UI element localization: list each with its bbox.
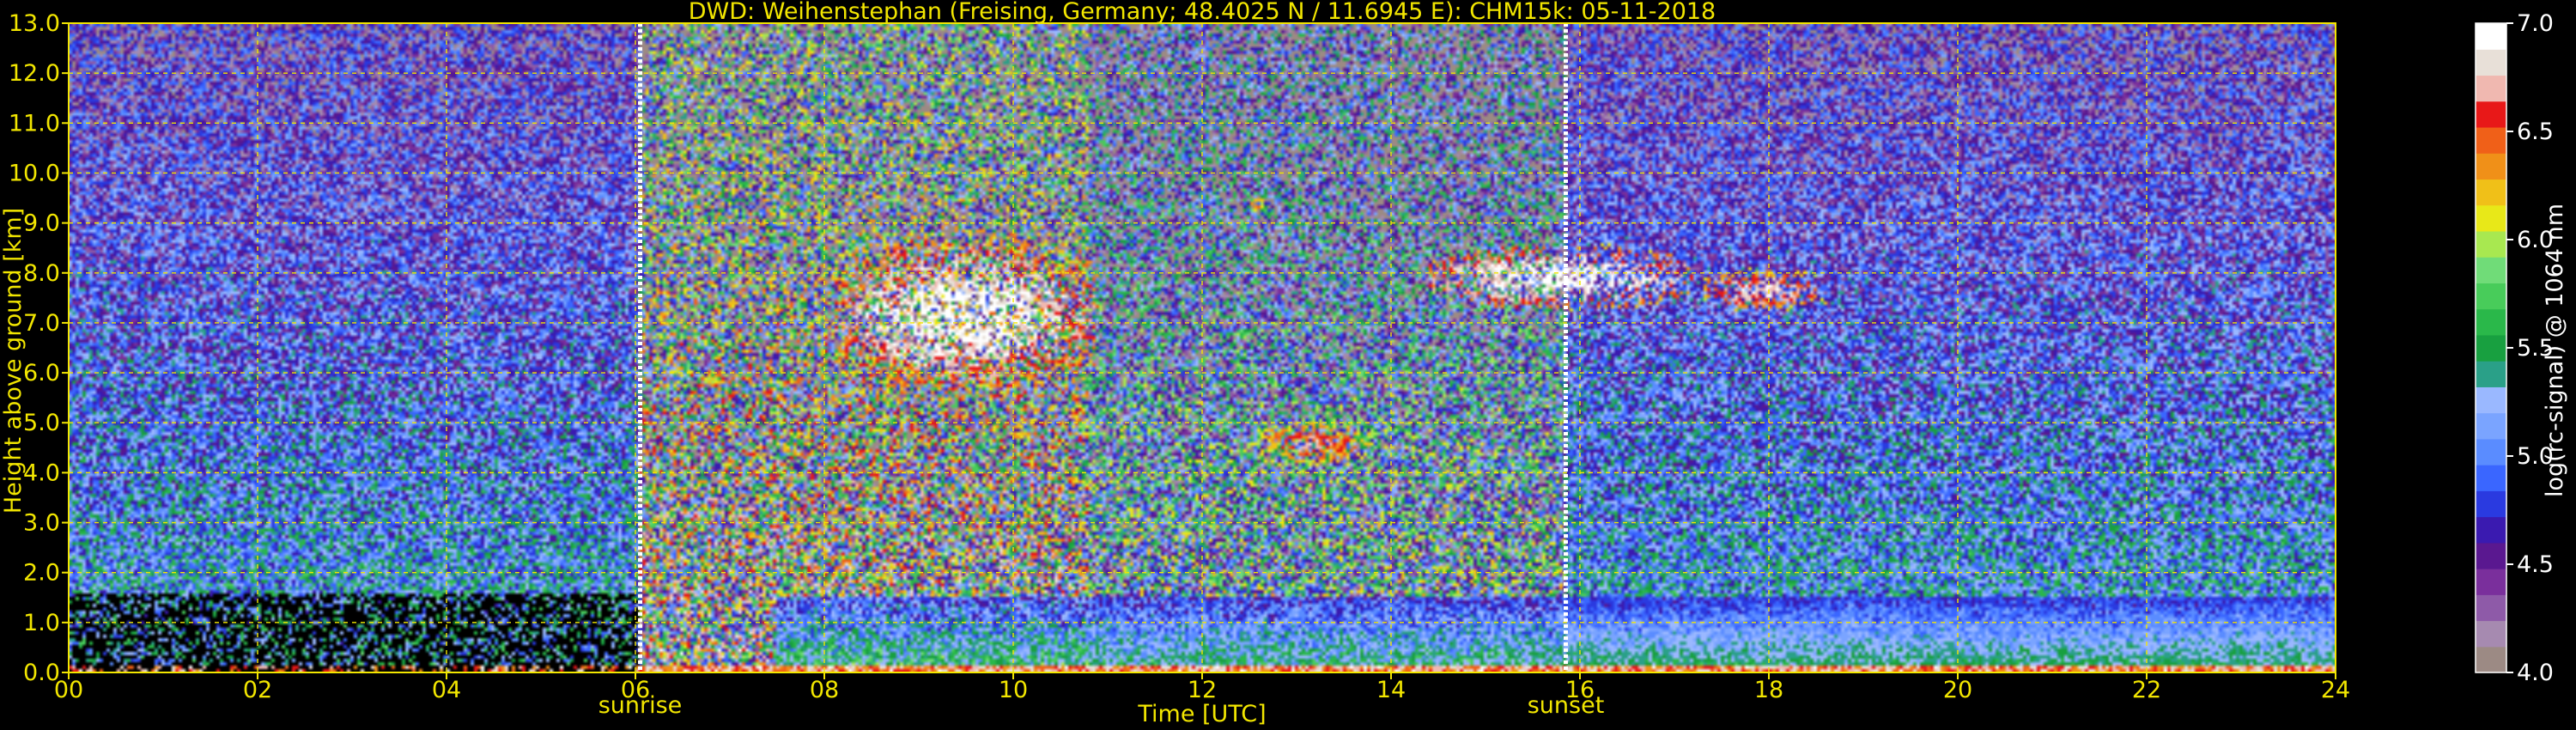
colorbar-segment [2476,620,2506,648]
y-tick-label: 4.0 [23,459,60,486]
y-tick-label: 6.0 [23,360,60,386]
x-axis-label: Time [UTC] [1137,701,1266,727]
colorbar-segment [2476,153,2506,180]
colorbar-tick-label: 4.5 [2517,551,2554,578]
colorbar-segment [2476,516,2506,544]
y-tick-label: 12.0 [9,60,60,87]
colorbar-segment [2476,230,2506,258]
colorbar-segment [2476,100,2506,128]
x-tick-label: 04 [432,677,461,703]
colorbar-segment [2476,179,2506,206]
y-tick-label: 3.0 [23,510,60,537]
colorbar-segment [2476,204,2506,232]
colorbar-segment [2476,126,2506,154]
ceilometer-chart: 00 02 04 06 08 10 12 14 16 18 20 22 24 0.01.02.03.04… [0,0,2568,727]
x-tick-label: 12 [1188,677,1217,703]
colorbar-segment [2476,490,2506,518]
colorbar-segment [2476,75,2506,102]
sun-marker-labels: sunrise sunset [598,692,1605,719]
y-tick-label: 9.0 [23,210,60,237]
colorbar-tick-label: 7.0 [2517,10,2554,37]
x-tick-label: 22 [2132,677,2161,703]
colorbar-segment [2476,465,2506,491]
colorbar-segment [2476,257,2506,283]
x-tick-label: 08 [810,677,839,703]
colorbar-label: log(rc-signal) @ 1064 nm [2542,204,2568,497]
x-axis-ticks: 00 02 04 06 08 10 12 14 16 18 20 22 24 [54,672,2350,703]
colorbar [2475,22,2507,673]
colorbar-segment [2476,594,2506,622]
colorbar-segment [2476,438,2506,465]
x-tick-label: 14 [1376,677,1406,703]
chart-title: DWD: Weihenstephan (Freising, Germany; 4… [689,0,1716,25]
y-tick-label: 11.0 [9,110,60,137]
y-tick-label: 13.0 [9,10,60,37]
colorbar-segment [2476,334,2506,362]
colorbar-segment [2476,386,2506,414]
colorbar-segment [2476,283,2506,310]
y-tick-label: 8.0 [23,260,60,287]
y-tick-label: 5.0 [23,410,60,436]
y-tick-label: 1.0 [23,610,60,636]
colorbar-segment [2476,569,2506,595]
y-axis-label: Height above ground [km] [0,208,27,514]
colorbar-segment [2476,308,2506,336]
colorbar-segment [2476,49,2506,76]
x-tick-label: 10 [999,677,1028,703]
x-tick-label: 02 [243,677,272,703]
y-tick-label: 7.0 [23,310,60,337]
y-tick-label: 0.0 [23,660,60,686]
x-tick-label: 18 [1754,677,1783,703]
colorbar-segment [2476,361,2506,387]
sunset-label: sunset [1528,692,1605,719]
y-tick-label: 10.0 [9,160,60,186]
sunrise-label: sunrise [598,692,683,719]
x-tick-label: 24 [2321,677,2350,703]
colorbar-tick-label: 6.5 [2517,119,2554,145]
x-tick-label: 20 [1943,677,1972,703]
colorbar-segment [2476,412,2506,440]
colorbar-segment [2476,23,2506,50]
colorbar-tick-label: 4.0 [2517,660,2554,686]
colorbar-segment [2476,542,2506,569]
y-tick-label: 2.0 [23,560,60,587]
colorbar-segment [2476,646,2506,673]
